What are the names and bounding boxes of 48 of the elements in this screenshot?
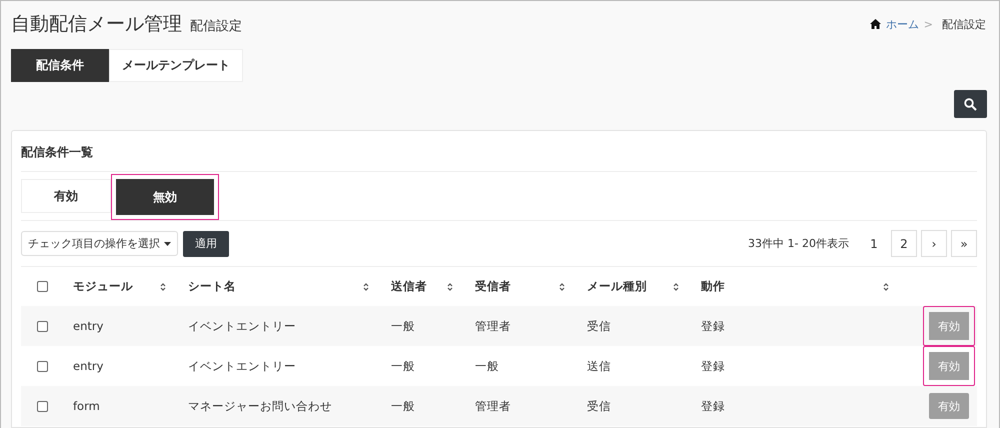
sort-icon[interactable]: [673, 282, 679, 292]
table-cell: 管理者: [465, 386, 577, 426]
table-cell: form: [63, 386, 178, 426]
sort-icon[interactable]: [447, 282, 453, 292]
table-cell: 受信: [577, 306, 691, 346]
page-link[interactable]: ›: [921, 230, 947, 257]
page-title: 自動配信メール管理: [11, 12, 182, 37]
column-header: シート名: [188, 279, 236, 294]
table-cell: 管理者: [465, 306, 577, 346]
column-header: 送信者: [391, 279, 427, 294]
pagination-summary: 33件中 1- 20件表示: [748, 236, 849, 251]
page-link[interactable]: 2: [891, 230, 917, 257]
row-checkbox[interactable]: [37, 320, 48, 332]
search-icon: [964, 98, 977, 110]
column-header: モジュール: [73, 279, 133, 294]
breadcrumb-link[interactable]: ホーム: [886, 16, 919, 32]
tab[interactable]: 配信条件: [11, 49, 109, 82]
breadcrumb-separator: >: [924, 18, 933, 30]
table-cell: 一般: [381, 306, 465, 346]
table-cell: 一般: [381, 386, 465, 426]
table-cell: entry: [63, 306, 178, 346]
home-icon[interactable]: [870, 19, 881, 29]
table-cell: マネージャーお問い合わせ: [178, 386, 381, 426]
search-button[interactable]: [954, 90, 987, 118]
page-subtitle: 配信設定: [190, 18, 242, 35]
apply-button[interactable]: 適用: [183, 230, 229, 256]
sort-icon[interactable]: [559, 282, 565, 292]
status-tab[interactable]: 無効: [111, 174, 219, 220]
sort-icon[interactable]: [160, 282, 166, 292]
table-cell: 受信: [577, 386, 691, 426]
column-header: 動作: [701, 279, 725, 294]
card-title: 配信条件一覧: [21, 131, 977, 172]
page-link[interactable]: »: [951, 230, 977, 257]
table-cell: 登録: [691, 386, 901, 426]
row-checkbox[interactable]: [37, 400, 48, 412]
status-tab[interactable]: 有効: [21, 179, 111, 213]
select-all-checkbox[interactable]: [37, 281, 48, 292]
bulk-action-select[interactable]: チェック項目の操作を選択: [21, 231, 178, 256]
row-checkbox[interactable]: [37, 360, 48, 372]
current-page-label: 配信設定: [942, 16, 986, 32]
sort-icon[interactable]: [883, 282, 889, 292]
column-header: 受信者: [475, 279, 511, 294]
table-cell: イベントエントリー: [178, 306, 381, 346]
column-header: メール種別: [587, 279, 647, 294]
table-cell: 登録: [691, 306, 901, 346]
tab[interactable]: メールテンプレート: [109, 49, 243, 82]
sort-icon[interactable]: [363, 282, 369, 292]
caret-icon: [164, 242, 171, 246]
